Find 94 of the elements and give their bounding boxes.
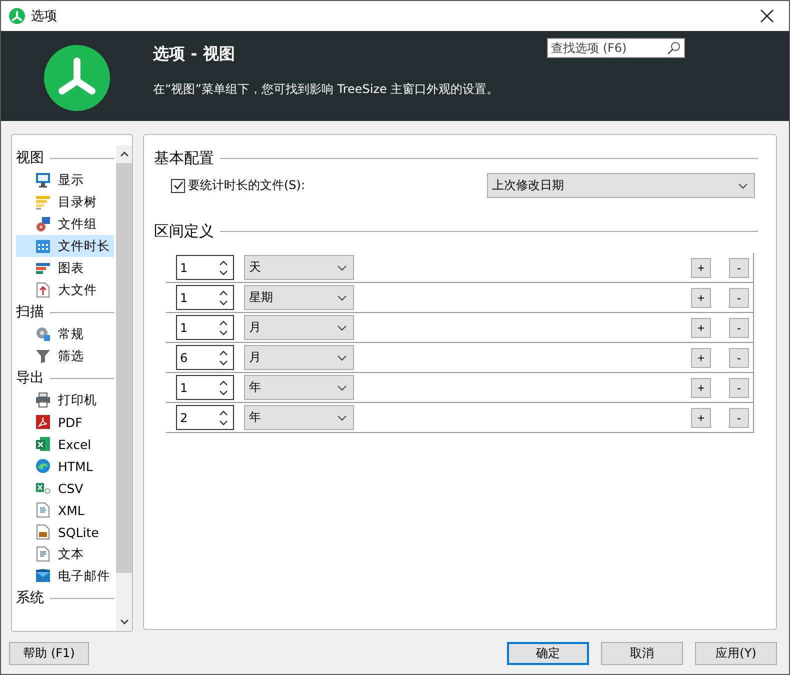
file-arrow-icon (35, 282, 51, 298)
up-down-arrows-icon (219, 260, 228, 276)
chevron-down-icon (337, 384, 347, 390)
sidebar-item[interactable]: 电子邮件 (16, 565, 114, 587)
help-button[interactable]: 帮助 (F1) (9, 642, 89, 664)
sidebar-item[interactable]: Excel (16, 433, 114, 455)
up-down-arrows-icon (219, 380, 228, 396)
unit-dropdown[interactable]: 天 (244, 255, 354, 280)
remove-button[interactable]: - (729, 348, 749, 368)
number-spinner[interactable]: 1 (176, 375, 234, 400)
scroll-down-icon (120, 619, 128, 625)
add-button[interactable]: + (691, 258, 711, 278)
scrollbar[interactable] (116, 145, 132, 631)
chevron-down-icon (738, 182, 748, 188)
sidebar-group-heading: 系统 (16, 589, 44, 607)
spreadsheet-icon (35, 436, 51, 452)
number-spinner[interactable]: 1 (176, 315, 234, 340)
add-button[interactable]: + (691, 348, 711, 368)
remove-button[interactable]: - (729, 318, 749, 338)
briefcase-document-icon (35, 524, 51, 540)
document-icon (35, 546, 51, 562)
unit-dropdown[interactable]: 月 (244, 315, 354, 340)
close-icon (760, 9, 774, 23)
cancel-button[interactable]: 取消 (601, 642, 683, 664)
date-type-dropdown[interactable]: 上次修改日期 (487, 173, 755, 198)
remove-button[interactable]: - (729, 288, 749, 308)
up-down-arrows-icon (219, 350, 228, 366)
search-icon (667, 41, 681, 55)
add-button[interactable]: + (691, 408, 711, 428)
number-spinner[interactable]: 1 (176, 285, 234, 310)
sidebar-item[interactable]: 显示 (16, 169, 114, 191)
checkbox[interactable] (171, 178, 185, 192)
funnel-icon (35, 348, 51, 364)
scrollbar-thumb[interactable] (116, 163, 132, 573)
sidebar-item[interactable]: 常规 (16, 323, 114, 345)
add-button[interactable]: + (691, 288, 711, 308)
globe-icon (35, 458, 51, 474)
sidebar-group-heading: 扫描 (16, 303, 44, 321)
sidebar-item[interactable]: 大文件 (16, 279, 114, 301)
remove-button[interactable]: - (729, 378, 749, 398)
monitor-icon (35, 172, 51, 188)
sidebar-item[interactable]: 文本 (16, 543, 114, 565)
document-icon (35, 502, 51, 518)
unit-dropdown[interactable]: 月 (244, 345, 354, 370)
envelope-icon (35, 568, 51, 584)
sidebar-item[interactable]: 图表 (16, 257, 114, 279)
chevron-down-icon (337, 264, 347, 270)
chevron-down-icon (337, 294, 347, 300)
sidebar-item[interactable]: SQLite (16, 521, 114, 543)
search-field[interactable]: 查找选项 (F6) (547, 38, 685, 58)
app-logo-icon (9, 8, 25, 24)
number-spinner[interactable]: 1 (176, 255, 234, 280)
ok-button[interactable]: 确定 (507, 642, 589, 664)
chevron-down-icon (337, 354, 347, 360)
page-description: 在“视图”菜单组下，您可找到影响 TreeSize 主窗口外观的设置。 (153, 81, 499, 98)
unit-dropdown[interactable]: 年 (244, 375, 354, 400)
sidebar-item[interactable]: XML (16, 499, 114, 521)
sidebar-item[interactable]: 筛选 (16, 345, 114, 367)
sidebar-item[interactable]: 文件时长 (16, 235, 114, 257)
sidebar-item[interactable]: 文件组 (16, 213, 114, 235)
printer-icon (35, 392, 51, 408)
sidebar-item[interactable]: PDF (16, 411, 114, 433)
remove-button[interactable]: - (729, 258, 749, 278)
sidebar-item[interactable]: 打印机 (16, 389, 114, 411)
pdf-icon (35, 414, 51, 430)
sidebar-item[interactable]: 目录树 (16, 191, 114, 213)
sidebar-group-heading: 视图 (16, 149, 44, 167)
list-icon (35, 194, 51, 210)
add-button[interactable]: + (691, 378, 711, 398)
unit-dropdown[interactable]: 星期 (244, 285, 354, 310)
chevron-down-icon (337, 414, 347, 420)
up-down-arrows-icon (219, 410, 228, 426)
section-heading: 区间定义 (154, 222, 214, 241)
up-down-arrows-icon (219, 320, 228, 336)
window-title: 选项 (31, 8, 57, 25)
page-title: 选项 - 视图 (153, 44, 236, 65)
sidebar-group-heading: 导出 (16, 369, 44, 387)
unit-dropdown[interactable]: 年 (244, 405, 354, 430)
calendar-icon (35, 238, 51, 254)
bar-chart-icon (35, 260, 51, 276)
section-heading: 基本配置 (154, 149, 214, 168)
add-button[interactable]: + (691, 318, 711, 338)
number-spinner[interactable]: 2 (176, 405, 234, 430)
apply-button[interactable]: 应用(Y) (695, 642, 777, 664)
remove-button[interactable]: - (729, 408, 749, 428)
app-logo-icon (44, 45, 110, 111)
spreadsheet-icon (35, 480, 51, 496)
scroll-up-icon (120, 151, 128, 157)
up-down-arrows-icon (219, 290, 228, 306)
chevron-down-icon (337, 324, 347, 330)
file-age-checkbox[interactable]: 要统计时长的文件(S): (171, 177, 306, 194)
sidebar-item[interactable]: CSV (16, 477, 114, 499)
number-spinner[interactable]: 6 (176, 345, 234, 370)
sidebar-item[interactable]: HTML (16, 455, 114, 477)
